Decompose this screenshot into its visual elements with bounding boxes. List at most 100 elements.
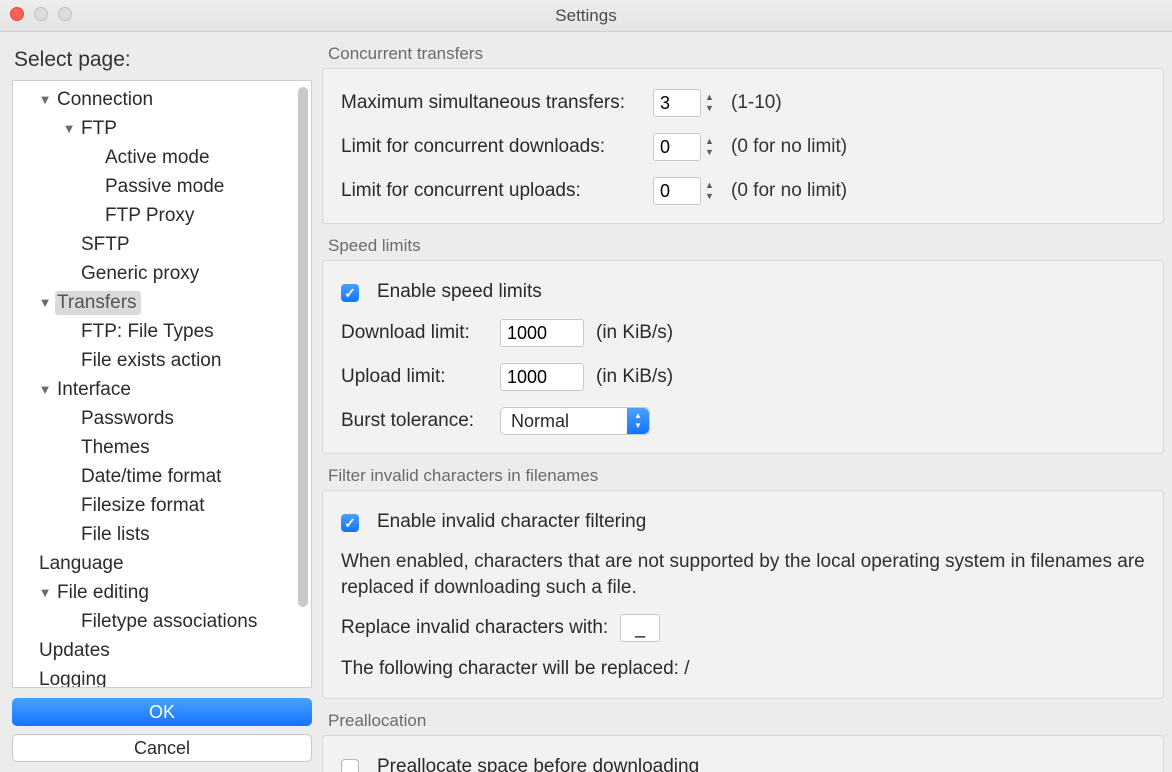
disclosure-triangle-icon[interactable]: ▼ — [37, 382, 53, 397]
tree-item-label: Updates — [37, 639, 114, 663]
tree-item-label: Active mode — [103, 146, 214, 170]
tree-item-generic-proxy[interactable]: Generic proxy — [21, 259, 311, 288]
disclosure-triangle-icon[interactable]: ▼ — [37, 295, 53, 310]
disclosure-triangle-icon[interactable]: ▼ — [37, 92, 53, 107]
burst-tolerance-value: Normal — [511, 411, 569, 432]
tree-item-file-editing[interactable]: ▼File editing — [21, 578, 311, 607]
enable-speed-checkbox[interactable] — [341, 284, 359, 302]
tree-item-themes[interactable]: Themes — [21, 433, 311, 462]
stepper-arrows-icon[interactable]: ▲▼ — [705, 181, 719, 201]
burst-tolerance-select[interactable]: Normal ▲▼ — [500, 407, 650, 435]
prealloc-label: Preallocate space before downloading — [377, 756, 699, 772]
concurrent-uploads-hint: (0 for no limit) — [731, 180, 847, 202]
max-transfers-stepper[interactable]: ▲▼ — [653, 89, 719, 117]
tree-item-label: Filesize format — [79, 494, 209, 518]
tree-item-file-exists-action[interactable]: File exists action — [21, 346, 311, 375]
following-char-label: The following character will be replaced… — [341, 658, 690, 680]
download-limit-label: Download limit: — [341, 322, 488, 344]
tree-item-date-time-format[interactable]: Date/time format — [21, 462, 311, 491]
tree-item-ftp[interactable]: ▼FTP — [21, 114, 311, 143]
window-title: Settings — [555, 6, 616, 26]
tree-item-label: Passive mode — [103, 175, 228, 199]
group-filter: Filter invalid characters in filenames E… — [322, 466, 1164, 699]
titlebar: Settings — [0, 0, 1172, 32]
disclosure-triangle-icon[interactable]: ▼ — [37, 585, 53, 600]
sidebar: Select page: ▼Connection▼FTPActive modeP… — [0, 32, 322, 772]
tree-item-label: Transfers — [55, 291, 141, 315]
tree-item-label: Passwords — [79, 407, 178, 431]
concurrent-downloads-label: Limit for concurrent downloads: — [341, 136, 641, 158]
download-limit-input[interactable] — [500, 319, 584, 347]
group-title-prealloc: Preallocation — [322, 711, 1164, 735]
tree-item-connection[interactable]: ▼Connection — [21, 85, 311, 114]
content-pane: Concurrent transfers Maximum simultaneou… — [322, 32, 1172, 772]
tree-item-updates[interactable]: Updates — [21, 636, 311, 665]
tree-item-label: Date/time format — [79, 465, 225, 489]
tree-item-language[interactable]: Language — [21, 549, 311, 578]
settings-tree: ▼Connection▼FTPActive modePassive modeFT… — [12, 80, 312, 688]
tree-item-file-lists[interactable]: File lists — [21, 520, 311, 549]
stepper-arrows-icon[interactable]: ▲▼ — [705, 93, 719, 113]
tree-item-filetype-associations[interactable]: Filetype associations — [21, 607, 311, 636]
tree-item-label: Logging — [37, 668, 111, 688]
stepper-arrows-icon[interactable]: ▲▼ — [705, 137, 719, 157]
tree-item-ftp-proxy[interactable]: FTP Proxy — [21, 201, 311, 230]
enable-filter-label: Enable invalid character filtering — [377, 511, 646, 533]
tree-item-filesize-format[interactable]: Filesize format — [21, 491, 311, 520]
scrollbar-thumb[interactable] — [298, 87, 308, 607]
upload-limit-unit: (in KiB/s) — [596, 366, 673, 388]
upload-limit-label: Upload limit: — [341, 366, 488, 388]
zoom-icon[interactable] — [58, 7, 72, 21]
tree-item-label: File lists — [79, 523, 154, 547]
cancel-button[interactable]: Cancel — [12, 734, 312, 762]
filter-description: When enabled, characters that are not su… — [341, 549, 1145, 600]
replace-char-input[interactable] — [620, 614, 660, 642]
group-title-concurrent: Concurrent transfers — [322, 44, 1164, 68]
disclosure-triangle-icon[interactable]: ▼ — [61, 121, 77, 136]
tree-item-label: SFTP — [79, 233, 134, 257]
sidebar-heading: Select page: — [14, 48, 312, 72]
tree-item-label: Language — [37, 552, 128, 576]
group-title-filter: Filter invalid characters in filenames — [322, 466, 1164, 490]
concurrent-downloads-stepper[interactable]: ▲▼ — [653, 133, 719, 161]
prealloc-checkbox[interactable] — [341, 759, 359, 772]
tree-item-transfers[interactable]: ▼Transfers — [21, 288, 311, 317]
cancel-button-label: Cancel — [134, 738, 190, 759]
concurrent-uploads-label: Limit for concurrent uploads: — [341, 180, 641, 202]
window-controls — [10, 7, 72, 21]
tree-item-label: Filetype associations — [79, 610, 261, 634]
tree-item-label: Interface — [55, 378, 135, 402]
max-transfers-input[interactable] — [653, 89, 701, 117]
tree-item-sftp[interactable]: SFTP — [21, 230, 311, 259]
close-icon[interactable] — [10, 7, 24, 21]
tree-item-passive-mode[interactable]: Passive mode — [21, 172, 311, 201]
group-prealloc: Preallocation Preallocate space before d… — [322, 711, 1164, 772]
download-limit-unit: (in KiB/s) — [596, 322, 673, 344]
concurrent-uploads-input[interactable] — [653, 177, 701, 205]
tree-item-interface[interactable]: ▼Interface — [21, 375, 311, 404]
upload-limit-input[interactable] — [500, 363, 584, 391]
tree-item-passwords[interactable]: Passwords — [21, 404, 311, 433]
group-title-speed: Speed limits — [322, 236, 1164, 260]
tree-item-label: FTP Proxy — [103, 204, 198, 228]
group-speed: Speed limits Enable speed limits Downloa… — [322, 236, 1164, 454]
tree-item-label: File editing — [55, 581, 153, 605]
tree-item-ftp-file-types[interactable]: FTP: File Types — [21, 317, 311, 346]
concurrent-uploads-stepper[interactable]: ▲▼ — [653, 177, 719, 205]
tree-item-label: Themes — [79, 436, 154, 460]
tree-item-active-mode[interactable]: Active mode — [21, 143, 311, 172]
ok-button-label: OK — [149, 702, 175, 723]
enable-speed-label: Enable speed limits — [377, 281, 542, 303]
concurrent-downloads-input[interactable] — [653, 133, 701, 161]
enable-filter-checkbox[interactable] — [341, 514, 359, 532]
tree-item-label: File exists action — [79, 349, 225, 373]
select-arrows-icon: ▲▼ — [627, 408, 649, 434]
tree-item-label: FTP — [79, 117, 121, 141]
group-concurrent: Concurrent transfers Maximum simultaneou… — [322, 44, 1164, 224]
concurrent-downloads-hint: (0 for no limit) — [731, 136, 847, 158]
tree-item-logging[interactable]: Logging — [21, 665, 311, 687]
tree-item-label: Generic proxy — [79, 262, 203, 286]
minimize-icon[interactable] — [34, 7, 48, 21]
replace-char-label: Replace invalid characters with: — [341, 617, 608, 639]
ok-button[interactable]: OK — [12, 698, 312, 726]
